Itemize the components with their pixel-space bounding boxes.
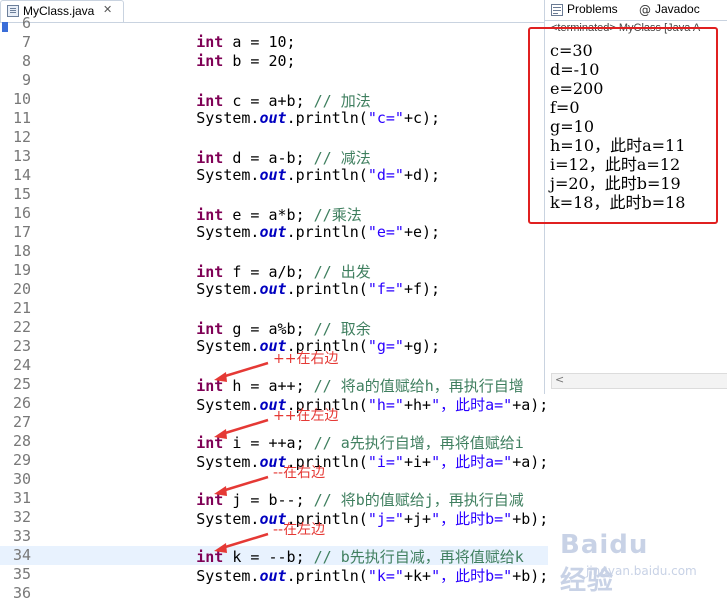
code-text[interactable]: System.out.println("i="+i+"，此时a="+a);: [124, 451, 548, 472]
annotation-label: ++在右边: [273, 351, 339, 367]
code-line[interactable]: 21: [0, 299, 548, 318]
code-editor[interactable]: MyClass.java ✕ 67 int a = 10; 8 int b = 2…: [0, 0, 697, 602]
code-line[interactable]: 16 int e = a*b; //乘法: [0, 204, 548, 225]
annotation-label: ++在左边: [273, 408, 339, 424]
code-line[interactable]: 15: [0, 185, 548, 204]
line-number: 12: [12, 128, 31, 146]
tab-problems-label: Problems: [567, 2, 618, 16]
code-line[interactable]: 8 int b = 20;: [0, 52, 548, 71]
line-number: 17: [12, 223, 31, 241]
line-number: 10: [12, 90, 31, 108]
annotation-label: --在左边: [273, 522, 326, 538]
line-number: 7: [21, 33, 31, 51]
code-text[interactable]: int e = a*b; //乘法: [124, 204, 361, 225]
line-number: 9: [21, 71, 31, 89]
code-line[interactable]: 35 System.out.println("k="+k+"，此时b="+b);: [0, 565, 548, 586]
problems-icon: [551, 3, 563, 16]
code-line[interactable]: 18: [0, 242, 548, 261]
line-number: 21: [12, 299, 31, 317]
code-line[interactable]: 36: [0, 584, 548, 603]
code-line[interactable]: 28 int i = ++a; // a先执行自增，再将值赋给i: [0, 432, 548, 453]
line-number: 30: [12, 470, 31, 488]
code-line[interactable]: 14 System.out.println("d="+d);: [0, 166, 548, 185]
tab-javadoc[interactable]: @ Javadoc: [639, 2, 700, 18]
line-number: 8: [21, 52, 31, 70]
line-number: 13: [12, 147, 31, 165]
javadoc-icon: @: [639, 2, 651, 17]
code-line[interactable]: 13 int d = a-b; // 减法: [0, 147, 548, 168]
line-number: 11: [12, 109, 31, 127]
code-line[interactable]: 9: [0, 71, 548, 90]
code-line[interactable]: 11 System.out.println("c="+c);: [0, 109, 548, 128]
code-text[interactable]: System.out.println("e="+e);: [124, 223, 440, 241]
code-text[interactable]: int b = 20;: [124, 52, 295, 70]
line-number: 22: [12, 318, 31, 336]
line-number: 27: [12, 413, 31, 431]
annotation-label: --在右边: [273, 465, 326, 481]
code-text[interactable]: System.out.println("d="+d);: [124, 166, 440, 184]
code-line[interactable]: 6: [0, 14, 548, 33]
line-number: 16: [12, 204, 31, 222]
line-number: 35: [12, 565, 31, 583]
line-number: 33: [12, 527, 31, 545]
code-line[interactable]: 10 int c = a+b; // 加法: [0, 90, 548, 111]
code-line[interactable]: 7 int a = 10;: [0, 33, 548, 52]
code-text[interactable]: int c = a+b; // 加法: [124, 90, 371, 111]
line-number: 19: [12, 261, 31, 279]
code-line[interactable]: 20 System.out.println("f="+f);: [0, 280, 548, 299]
line-number: 23: [12, 337, 31, 355]
code-line[interactable]: 34 int k = --b; // b先执行自减，再将值赋给k: [0, 546, 548, 567]
code-text[interactable]: int d = a-b; // 减法: [124, 147, 371, 168]
code-text[interactable]: System.out.println("c="+c);: [124, 109, 440, 127]
line-number: 25: [12, 375, 31, 393]
line-number: 31: [12, 489, 31, 507]
line-number: 6: [21, 14, 31, 32]
watermark-url: jingyan.baidu.com: [586, 564, 697, 578]
line-number: 15: [12, 185, 31, 203]
code-text[interactable]: int k = --b; // b先执行自减，再将值赋给k: [124, 546, 524, 567]
code-text[interactable]: int j = b--; // 将b的值赋给j，再执行自减: [124, 489, 524, 510]
code-text[interactable]: System.out.println("j="+j+"，此时b="+b);: [124, 508, 548, 529]
line-number: 28: [12, 432, 31, 450]
code-text[interactable]: int f = a/b; // 出发: [124, 261, 371, 282]
baidu-watermark: Baidu经验 jingyan.baidu.com: [560, 530, 697, 597]
line-number: 32: [12, 508, 31, 526]
code-text[interactable]: int i = ++a; // a先执行自增，再将值赋给i: [124, 432, 524, 453]
tab-problems[interactable]: Problems: [551, 2, 618, 18]
line-number: 36: [12, 584, 31, 602]
line-number: 24: [12, 356, 31, 374]
code-line[interactable]: 12: [0, 128, 548, 147]
code-line[interactable]: 19 int f = a/b; // 出发: [0, 261, 548, 282]
line-number: 20: [12, 280, 31, 298]
output-highlight-box: [528, 27, 718, 224]
line-number: 34: [12, 546, 31, 564]
line-number: 14: [12, 166, 31, 184]
line-number: 29: [12, 451, 31, 469]
scroll-left-arrow-icon[interactable]: <: [555, 373, 564, 386]
panel-tabs: Problems @ Javadoc: [545, 0, 727, 21]
tab-javadoc-label: Javadoc: [655, 2, 700, 16]
code-line[interactable]: 22 int g = a%b; // 取余: [0, 318, 548, 339]
console-horizontal-scrollbar[interactable]: <: [551, 373, 727, 389]
code-text[interactable]: int g = a%b; // 取余: [124, 318, 371, 339]
code-text[interactable]: System.out.println("f="+f);: [124, 280, 440, 298]
line-number: 26: [12, 394, 31, 412]
code-text[interactable]: int h = a++; // 将a的值赋给h，再执行自增: [124, 375, 524, 396]
line-number: 18: [12, 242, 31, 260]
code-text[interactable]: System.out.println("k="+k+"，此时b="+b);: [124, 565, 548, 586]
code-line[interactable]: 31 int j = b--; // 将b的值赋给j，再执行自减: [0, 489, 548, 510]
code-line[interactable]: 25 int h = a++; // 将a的值赋给h，再执行自增: [0, 375, 548, 396]
code-line[interactable]: 17 System.out.println("e="+e);: [0, 223, 548, 242]
code-text[interactable]: int a = 10;: [124, 33, 295, 51]
